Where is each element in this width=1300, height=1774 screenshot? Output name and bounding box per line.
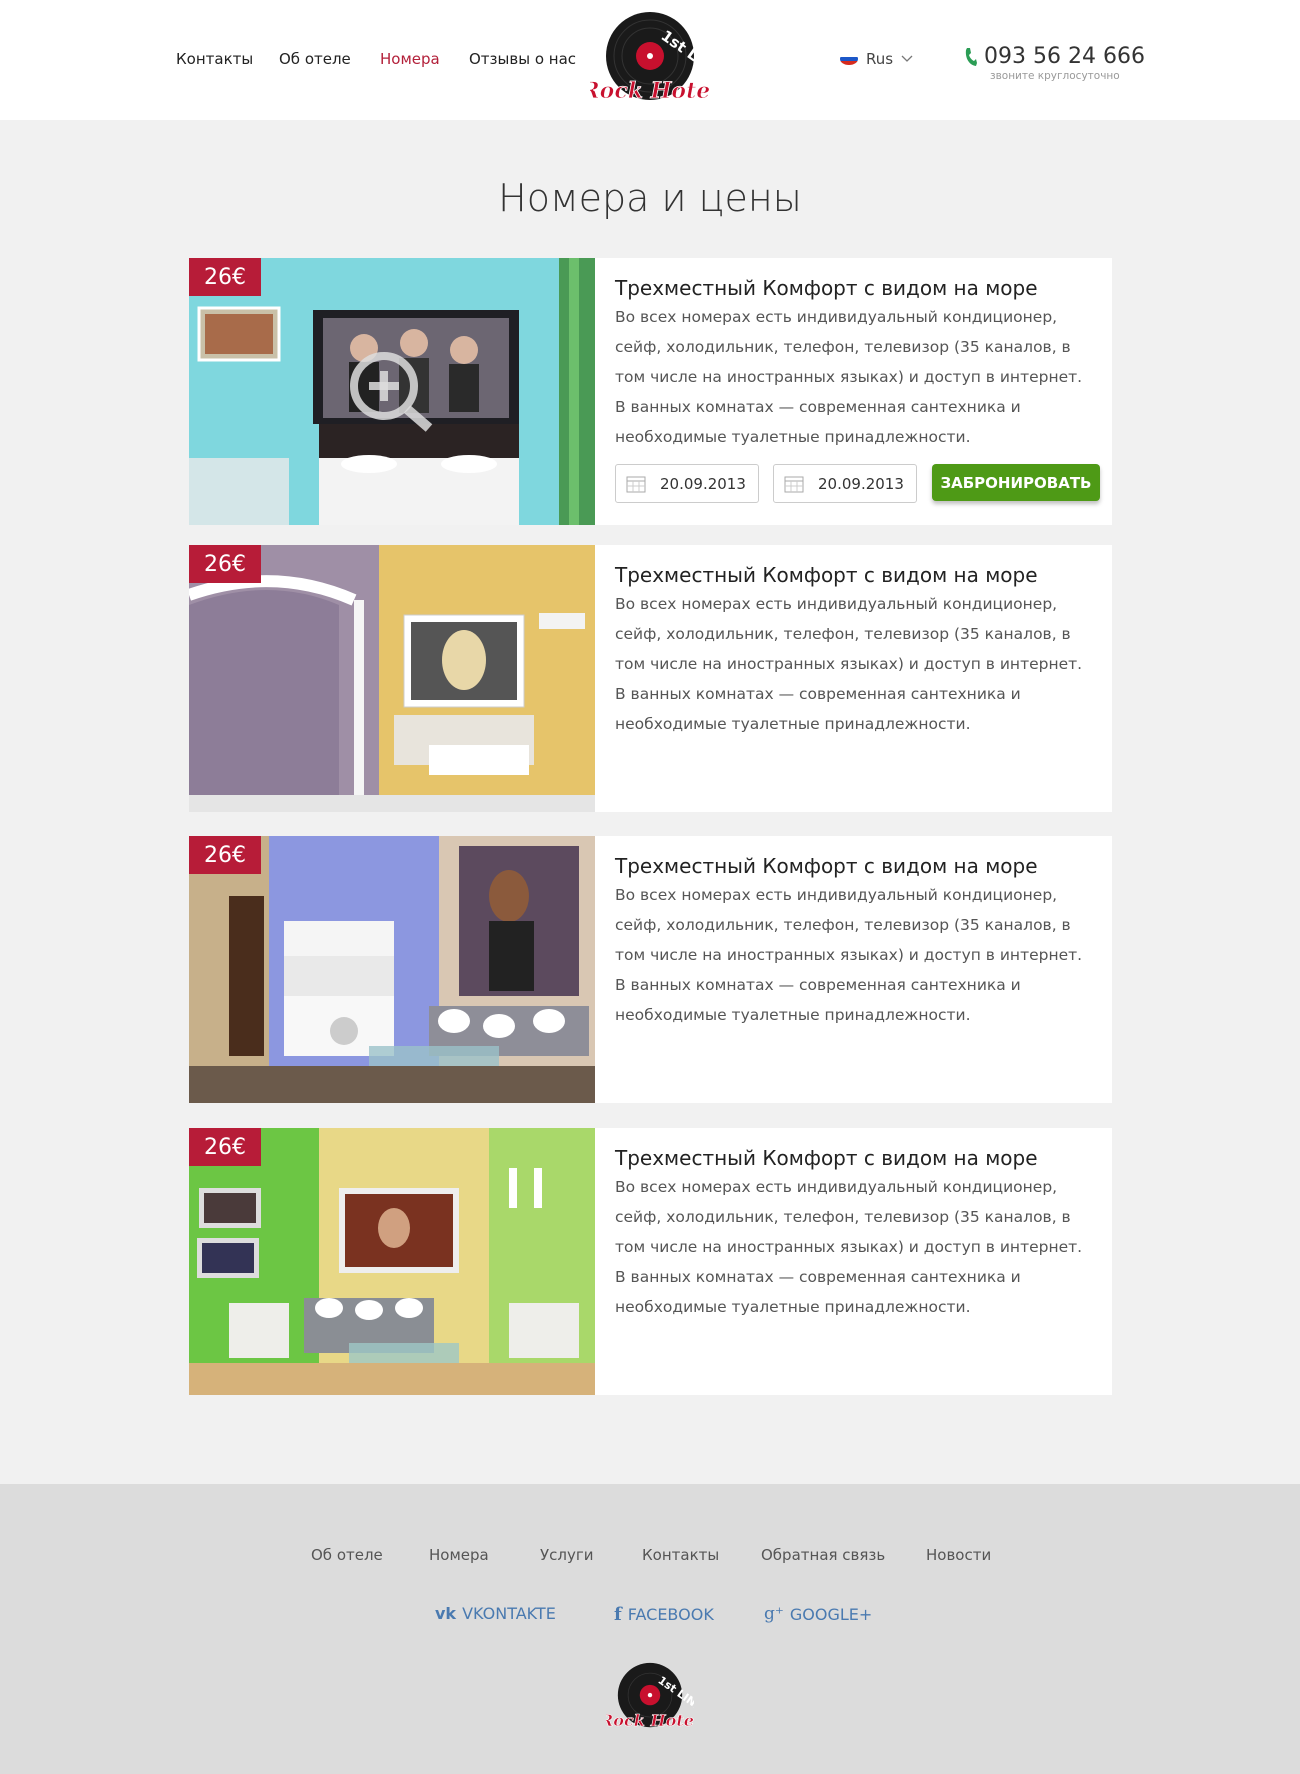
footer-link-feedback[interactable]: Обратная связь: [761, 1546, 885, 1564]
hotel-logo[interactable]: 1st LINE Rock Hotel: [590, 8, 710, 112]
price-badge: 26€: [189, 545, 261, 583]
price-badge: 26€: [189, 836, 261, 874]
chevron-down-icon: [901, 55, 913, 62]
room-title[interactable]: Трехместный Комфорт с видом на море: [615, 854, 1038, 878]
checkin-date-field[interactable]: 20.09.2013: [615, 464, 759, 503]
room-image: [189, 545, 595, 812]
room-card: 26€ Трехместный Комфорт с видом на море …: [189, 258, 1112, 525]
vk-icon: vk: [435, 1604, 457, 1623]
page-title: Номера и цены: [498, 176, 802, 220]
room-description: Во всех номерах есть индивидуальный конд…: [615, 1178, 1083, 1316]
nav-about[interactable]: Об отеле: [279, 50, 351, 68]
vk-label: VKONTAKTE: [462, 1604, 556, 1623]
book-button[interactable]: ЗАБРОНИРОВАТЬ: [932, 464, 1100, 501]
room-photo[interactable]: 26€: [189, 545, 595, 812]
room-photo[interactable]: 26€: [189, 836, 595, 1103]
room-title[interactable]: Трехместный Комфорт с видом на море: [615, 1146, 1038, 1170]
google-plus-icon: g⁺: [764, 1604, 784, 1624]
footer-link-news[interactable]: Новости: [926, 1546, 991, 1564]
room-image: [189, 1128, 595, 1395]
room-image: [189, 836, 595, 1103]
checkout-date-field[interactable]: 20.09.2013: [773, 464, 917, 503]
room-photo[interactable]: 26€: [189, 258, 595, 525]
room-card: 26€ Трехместный Комфорт с видом на море …: [189, 836, 1112, 1103]
room-card: 26€ Трехместный Комфорт с видом на море …: [189, 1128, 1112, 1395]
calendar-icon: [784, 476, 804, 492]
phone-number[interactable]: 093 56 24 666: [964, 44, 1145, 69]
russia-flag-icon: [840, 53, 858, 65]
footer-link-about[interactable]: Об отеле: [311, 1546, 383, 1564]
phone-text: 093 56 24 666: [984, 44, 1145, 69]
site-header: Контакты Об отеле Номера Отзывы о нас 1s…: [0, 0, 1300, 120]
vk-link[interactable]: vk VKONTAKTE: [435, 1604, 556, 1623]
nav-rooms[interactable]: Номера: [380, 50, 440, 68]
google-plus-label: GOOGLE+: [789, 1604, 873, 1624]
phone-note: звоните круглосуточно: [990, 70, 1120, 82]
facebook-label: FACEBOOK: [627, 1605, 714, 1624]
room-title[interactable]: Трехместный Комфорт с видом на море: [615, 563, 1038, 587]
language-label: Rus: [866, 50, 894, 68]
room-description: Во всех номерах есть индивидуальный конд…: [615, 308, 1083, 446]
footer-link-rooms[interactable]: Номера: [429, 1546, 489, 1564]
logo-brand-text: Rock Hotel: [606, 1711, 694, 1730]
google-plus-link[interactable]: g⁺ GOOGLE+: [764, 1604, 872, 1624]
language-selector[interactable]: Rus: [840, 50, 913, 68]
room-image: [189, 258, 595, 525]
footer-link-contacts[interactable]: Контакты: [642, 1546, 719, 1564]
footer-logo[interactable]: 1st LINE Rock Hotel: [606, 1660, 694, 1736]
room-title[interactable]: Трехместный Комфорт с видом на море: [615, 276, 1038, 300]
nav-reviews[interactable]: Отзывы о нас: [469, 50, 576, 68]
nav-contacts[interactable]: Контакты: [176, 50, 253, 68]
price-badge: 26€: [189, 258, 261, 296]
phone-icon: [965, 47, 977, 66]
room-description: Во всех номерах есть индивидуальный конд…: [615, 886, 1083, 1024]
checkin-date-value: 20.09.2013: [660, 474, 746, 493]
room-card: 26€ Трехместный Комфорт с видом на море …: [189, 545, 1112, 812]
room-photo[interactable]: 26€: [189, 1128, 595, 1395]
footer-link-services[interactable]: Услуги: [540, 1546, 593, 1564]
price-badge: 26€: [189, 1128, 261, 1166]
facebook-link[interactable]: f FACEBOOK: [614, 1604, 714, 1625]
calendar-icon: [626, 476, 646, 492]
facebook-icon: f: [614, 1604, 622, 1625]
logo-brand-text: Rock Hotel: [590, 78, 710, 104]
checkout-date-value: 20.09.2013: [818, 474, 904, 493]
site-footer: Об отеле Номера Услуги Контакты Обратная…: [0, 1484, 1300, 1774]
room-description: Во всех номерах есть индивидуальный конд…: [615, 595, 1083, 733]
